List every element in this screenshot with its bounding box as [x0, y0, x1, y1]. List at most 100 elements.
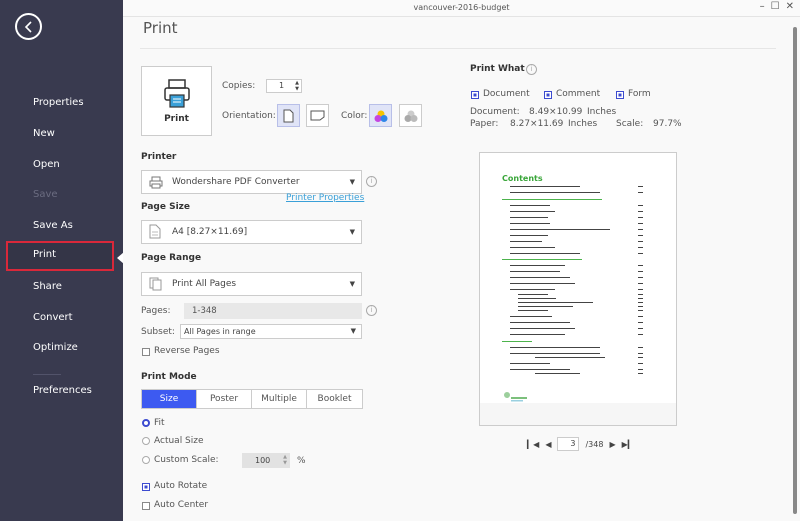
preview-text-line — [510, 186, 580, 187]
actual-size-radio[interactable] — [142, 437, 150, 445]
print-button[interactable]: Print — [141, 66, 212, 136]
preview-text-line — [510, 334, 565, 335]
pages-label: Pages: — [141, 306, 171, 316]
maximize-icon[interactable]: ☐ — [771, 1, 780, 12]
reverse-pages-label: Reverse Pages — [154, 346, 220, 356]
preview-page-number — [638, 229, 643, 230]
sidebar-item-save: Save — [33, 189, 58, 200]
orientation-label: Orientation: — [222, 111, 276, 121]
tab-multiple[interactable]: Multiple — [252, 390, 307, 408]
page-number-input[interactable]: 3 — [557, 437, 580, 451]
preview-page-number — [638, 247, 643, 248]
preview-page-number — [638, 192, 643, 193]
page-navigator: ▎◀ ◀ 3 /348 ▶ ▶▎ — [527, 437, 634, 451]
preview-footer — [480, 403, 676, 425]
close-icon[interactable]: ✕ — [786, 1, 794, 12]
tab-booklet[interactable]: Booklet — [307, 390, 362, 408]
sidebar-item-print[interactable]: Print — [6, 241, 114, 271]
preview-page-number — [638, 316, 643, 317]
first-page-icon[interactable]: ▎◀ — [527, 440, 539, 449]
preview-text-line — [518, 294, 548, 295]
pages-icon — [149, 277, 162, 291]
sidebar-item-save-as[interactable]: Save As — [6, 212, 114, 240]
landscape-page-icon — [310, 110, 325, 121]
subset-select[interactable]: All Pages in range ▼ — [180, 324, 362, 339]
preview-text-line — [518, 302, 593, 303]
printer-select[interactable]: Wondershare PDF Converter ▼ — [141, 170, 362, 194]
preview-text-line — [510, 328, 575, 329]
copies-stepper[interactable]: 1 ▲ ▼ — [266, 79, 302, 93]
sidebar-item-new[interactable]: New — [6, 120, 114, 148]
preview-page-number — [638, 353, 643, 354]
actual-size-label: Actual Size — [154, 436, 204, 446]
preview-text-line — [510, 316, 552, 317]
page-range-heading: Page Range — [141, 253, 202, 263]
portrait-page-icon — [283, 109, 294, 122]
color-mode-button[interactable] — [369, 104, 392, 127]
preview-page-number — [638, 253, 643, 254]
divider — [140, 48, 776, 49]
paper-size-label: Paper: — [470, 119, 499, 129]
grayscale-mode-button[interactable] — [399, 104, 422, 127]
document-checkbox[interactable] — [471, 91, 479, 99]
preview-text-line — [535, 357, 605, 358]
form-option-label: Form — [628, 89, 651, 99]
document-units: Inches — [587, 107, 617, 117]
last-page-icon[interactable]: ▶▎ — [622, 440, 634, 449]
sidebar-item-convert[interactable]: Convert — [6, 304, 114, 332]
sidebar-item-optimize[interactable]: Optimize — [6, 334, 114, 362]
form-checkbox[interactable] — [616, 91, 624, 99]
page-size-select[interactable]: A4 [8.27×11.69] ▼ — [141, 220, 362, 244]
back-button[interactable] — [15, 13, 42, 40]
percent-label: % — [297, 456, 306, 466]
sidebar: Properties New Open Save Save As Print S… — [0, 0, 123, 521]
printer-icon — [163, 79, 190, 108]
landscape-button[interactable] — [306, 104, 329, 127]
sidebar-item-preferences[interactable]: Preferences — [6, 377, 114, 405]
sidebar-item-properties[interactable]: Properties — [6, 89, 114, 117]
printer-properties-link[interactable]: Printer Properties — [286, 193, 364, 203]
custom-scale-input[interactable]: 100 ▲ ▼ — [242, 453, 290, 468]
preview-page-number — [638, 347, 643, 348]
next-page-icon[interactable]: ▶ — [609, 440, 615, 449]
preview-page-number — [638, 322, 643, 323]
minimize-icon[interactable]: – — [760, 1, 765, 12]
copies-value: 1 — [279, 81, 285, 90]
subset-label: Subset: — [141, 327, 175, 337]
info-icon[interactable]: i — [526, 64, 537, 75]
print-what-heading: Print What — [470, 64, 525, 74]
info-icon[interactable]: i — [366, 176, 377, 187]
print-panel: vancouver-2016-budget – ☐ ✕ Print Print … — [123, 0, 800, 521]
preview-page-number — [638, 334, 643, 335]
chevron-down-icon: ▼ — [349, 228, 355, 236]
chevron-down-icon: ▼ — [349, 280, 355, 288]
comment-checkbox[interactable] — [544, 91, 552, 99]
scrollbar[interactable] — [793, 27, 797, 514]
fit-radio[interactable] — [142, 419, 150, 427]
preview-text-line — [510, 247, 555, 248]
tab-poster[interactable]: Poster — [197, 390, 252, 408]
stepper-arrows-icon[interactable]: ▲ ▼ — [295, 80, 299, 92]
portrait-button[interactable] — [277, 104, 300, 127]
auto-center-checkbox[interactable] — [142, 502, 150, 510]
previous-page-icon[interactable]: ◀ — [545, 440, 551, 449]
page-title: Print — [143, 19, 178, 37]
custom-scale-radio[interactable] — [142, 456, 150, 464]
preview-text-line — [502, 259, 582, 260]
color-circles-icon — [374, 110, 387, 122]
info-icon[interactable]: i — [366, 305, 377, 316]
sidebar-item-share[interactable]: Share — [6, 273, 114, 301]
page-range-value: Print All Pages — [172, 279, 237, 289]
vancouver-logo-icon — [504, 392, 527, 402]
stepper-arrows-icon[interactable]: ▲ ▼ — [283, 454, 287, 466]
page-size-heading: Page Size — [141, 202, 191, 212]
auto-rotate-checkbox[interactable] — [142, 483, 150, 491]
document-option-label: Document — [483, 89, 530, 99]
sidebar-item-open[interactable]: Open — [6, 151, 114, 179]
reverse-pages-checkbox[interactable] — [142, 348, 150, 356]
page-range-select[interactable]: Print All Pages ▼ — [141, 272, 362, 296]
tab-size[interactable]: Size — [142, 390, 197, 408]
pages-input[interactable]: 1-348 — [184, 303, 362, 319]
preview-text-line — [518, 298, 556, 299]
document-size-value: 8.49×10.99 — [529, 107, 583, 117]
